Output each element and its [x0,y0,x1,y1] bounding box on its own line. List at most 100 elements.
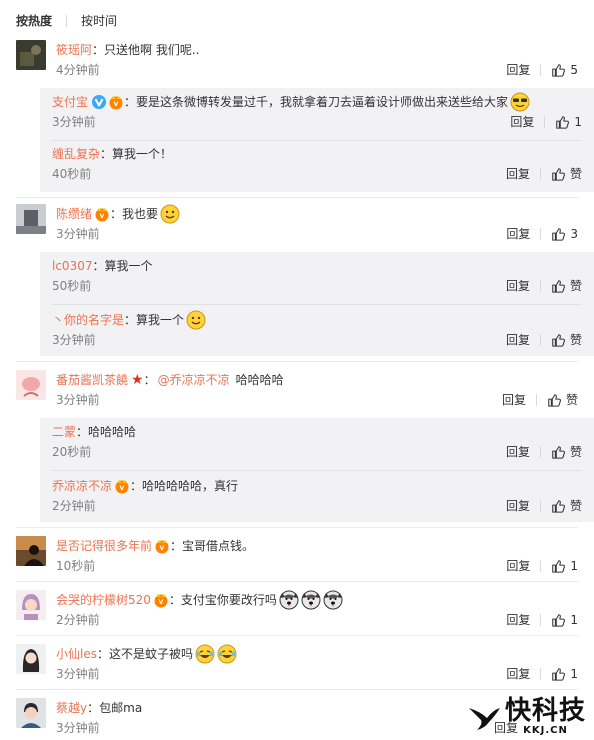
reply-username[interactable]: 二蒙 [52,422,76,442]
avatar-man-photo-icon [16,698,46,728]
reply-text: 哈哈哈哈哈，真行 [142,479,239,493]
reply-time: 20秒前 [52,445,92,459]
reply-box: lc0307：算我一个 50秒前 回复 赞 丶你的名字是：算我一个 3分钟前 回… [40,252,594,356]
like-button[interactable]: 1 [551,610,578,630]
comment-username[interactable]: 番茄酱凯茶饒 [56,370,128,390]
reply-button[interactable]: 回复 [502,390,526,410]
like-button[interactable]: 赞 [551,442,582,462]
comment-username[interactable]: 蔡越y [56,698,87,718]
watermark-domain: KKJ.CN [523,725,568,736]
reply-username[interactable]: 支付宝 [52,92,88,112]
vip-crown-icon [154,538,170,554]
reply-item: 二蒙：哈哈哈哈 20秒前 回复 赞 [52,422,582,462]
avatar[interactable] [16,370,46,400]
avatar-dark-photo-icon [16,40,46,70]
like-button[interactable]: 1 [555,112,582,132]
like-button[interactable]: 1 [551,664,578,684]
vip-crown-icon [108,94,124,110]
reply-username[interactable]: 缠乱复杂 [52,144,100,164]
husky-emoji-icon [279,590,299,610]
reply-button[interactable]: 回复 [506,330,530,350]
reply-username[interactable]: 丶你的名字是 [52,310,124,330]
reply-button[interactable]: 回复 [506,556,530,576]
husky-emoji-icon [323,590,343,610]
comment-time: 2分钟前 [56,613,100,627]
verified-v-icon [92,95,106,109]
reply-time: 50秒前 [52,279,92,293]
thumbs-up-icon [551,445,565,459]
reply-divider [52,304,582,305]
comment-time: 3分钟前 [56,721,100,735]
thumbs-up-icon [551,227,565,241]
avatar[interactable] [16,40,46,70]
like-count: 5 [570,63,578,77]
avatar-girl-photo-icon [16,590,46,620]
reply-username[interactable]: 乔凉凉不凉 [52,476,112,496]
like-count: 1 [570,667,578,681]
comment-text: 包邮ma [99,701,143,715]
reply-button[interactable]: 回复 [506,60,530,80]
comment-username[interactable]: 是否记得很多年前 [56,536,152,556]
avatar[interactable] [16,590,46,620]
reply-divider [52,470,582,471]
sunglasses-emoji-icon [510,92,530,112]
comment-divider [16,197,578,198]
comment-divider [16,527,578,528]
reply-divider [52,140,582,141]
reply-item: 丶你的名字是：算我一个 3分钟前 回复 赞 [52,310,582,350]
avatar[interactable] [16,644,46,674]
avatar[interactable] [16,204,46,234]
reply-button[interactable]: 回复 [506,664,530,684]
comment-username[interactable]: 陈缵绪 [56,204,92,224]
reply-time: 40秒前 [52,167,92,181]
reply-button[interactable]: 回复 [506,276,530,296]
reply-button[interactable]: 回复 [506,610,530,630]
comment-text: 只送他啊 我们呢.. [104,43,200,57]
reply-button[interactable]: 回复 [506,496,530,516]
like-label: 赞 [569,167,582,181]
avatar[interactable] [16,698,46,728]
like-button[interactable]: 5 [551,60,578,80]
like-button[interactable]: 赞 [547,390,578,410]
avatar[interactable] [16,536,46,566]
comment-divider [16,361,578,362]
star-badge-icon: ★ [131,372,144,388]
tab-by-time[interactable]: 按时间 [81,12,117,29]
reply-item: 缠乱复杂：算我一个！ 40秒前 回复 赞 [52,144,582,184]
reply-text: 算我一个 [136,313,185,327]
thumbs-up-icon [551,63,565,77]
comment-username[interactable]: 会哭的柠檬树520 [56,590,151,610]
comment-text: 支付宝你要改行吗 [180,593,277,607]
reply-item: lc0307：算我一个 50秒前 回复 赞 [52,256,582,296]
avatar-pink-photo-icon [16,370,46,400]
comment-username[interactable]: 筱瑶阿 [56,40,92,60]
like-button[interactable]: 1 [551,556,578,576]
comment-time: 4分钟前 [56,63,100,77]
comment-time: 3分钟前 [56,393,100,407]
like-button[interactable]: 赞 [551,330,582,350]
reply-button[interactable]: 回复 [510,112,534,132]
like-count: 3 [570,227,578,241]
thumbs-up-icon [551,559,565,573]
vip-crown-icon [114,478,130,494]
reply-time: 3分钟前 [52,333,96,347]
reply-text: 算我一个！ [112,147,173,161]
like-count: 1 [574,115,582,129]
like-label: 赞 [569,445,582,459]
avatar-building-photo-icon [16,204,46,234]
like-button[interactable]: 赞 [551,276,582,296]
like-button[interactable]: 赞 [551,164,582,184]
like-button[interactable]: 赞 [551,496,582,516]
mention-link[interactable]: @乔凉凉不凉 [158,370,230,390]
reply-item: 支付宝 ：要是这条微博转发量过千，我就拿着刀去逼着设计师做出来送些给大家 3分钟… [52,92,582,132]
like-label: 赞 [569,499,582,513]
reply-button[interactable]: 回复 [506,442,530,462]
comment-username[interactable]: 小仙les [56,644,97,664]
reply-button[interactable]: 回复 [506,224,530,244]
tab-by-popularity[interactable]: 按热度 [16,12,52,29]
reply-button[interactable]: 回复 [506,164,530,184]
like-button[interactable]: 3 [551,224,578,244]
reply-username[interactable]: lc0307 [52,256,92,276]
comment-divider [16,689,578,690]
reply-item: 乔凉凉不凉 ：哈哈哈哈哈，真行 2分钟前 回复 赞 [52,476,582,516]
